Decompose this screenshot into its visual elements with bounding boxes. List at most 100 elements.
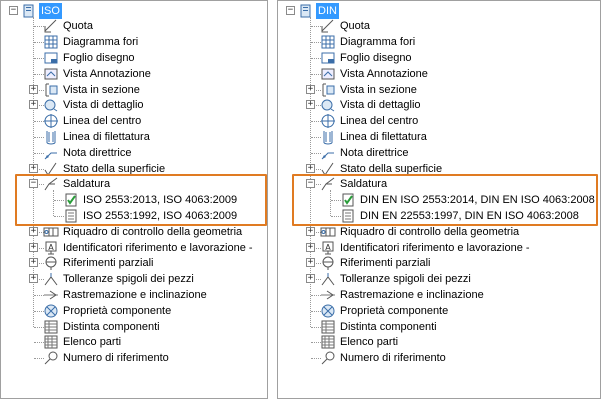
tree-item-vista-annotazione[interactable]: Vista Annotazione — [278, 66, 600, 82]
tree-item-tolleranze-spigoli[interactable]: + Tolleranze spigoli dei pezzi — [1, 271, 267, 287]
tree-item-label: Numero di riferimento — [340, 352, 446, 365]
tree-item-label: Quota — [63, 20, 93, 33]
tree-root-label[interactable]: ISO — [39, 2, 62, 19]
parts-list-icon — [320, 334, 336, 350]
tree-item-quota[interactable]: Quota — [278, 18, 600, 34]
expand-toggle[interactable]: + — [306, 242, 315, 252]
tree-item-label: Riquadro di controllo della geometria — [63, 225, 243, 238]
tree-item-label: Distinta componenti — [63, 320, 160, 333]
tree-item-elenco-parti[interactable]: Elenco parti — [1, 334, 267, 350]
tree-item-label: Diagramma fori — [340, 36, 416, 49]
tree-item-identificatori-riferimento[interactable]: + A Identificatori riferimento e lavorazio… — [278, 240, 600, 256]
tree-item-riquadro-di-controllo[interactable]: + Riquadro di controllo della geometria — [278, 224, 600, 240]
tree-item-riquadro-di-controllo[interactable]: + Riquadro di controllo della geometria — [1, 224, 267, 240]
tree-item-vista-in-sezione[interactable]: + Vista in sezione — [278, 82, 600, 98]
tree-item-linea-di-filettatura[interactable]: Linea di filettatura — [1, 129, 267, 145]
tree-item-label: Linea di filettatura — [63, 130, 150, 143]
tree-item-label: Vista Annotazione — [340, 67, 428, 80]
tree-item-foglio-disegno[interactable]: Foglio disegno — [1, 50, 267, 66]
expand-toggle[interactable]: + — [306, 84, 315, 94]
tree-item-label: Vista di dettaglio — [63, 99, 144, 112]
tree-item-elenco-parti[interactable]: Elenco parti — [278, 334, 600, 350]
expand-toggle[interactable]: + — [29, 258, 38, 268]
tree-item-linea-del-centro[interactable]: Linea del centro — [278, 113, 600, 129]
dimension-icon — [43, 18, 59, 34]
tree-pane-din[interactable]: − DIN Quota Diagramma fori Foglio disegno Vis… — [277, 0, 601, 399]
expand-toggle[interactable]: + — [29, 100, 38, 110]
datum-target-icon — [320, 255, 336, 271]
annotation-view-icon — [43, 66, 59, 82]
expand-toggle[interactable]: + — [306, 258, 315, 268]
expand-toggle[interactable]: + — [306, 274, 315, 284]
tree-item-diagramma-fori[interactable]: Diagramma fori — [278, 34, 600, 50]
svg-text:A: A — [325, 243, 331, 252]
datum-identifier-icon: A — [320, 240, 336, 256]
tree-item-label: Linea del centro — [63, 115, 142, 128]
tree-item-label: Foglio disegno — [63, 51, 135, 64]
tree-root-label[interactable]: DIN — [316, 2, 339, 19]
tree-item-vista-annotazione[interactable]: Vista Annotazione — [1, 66, 267, 82]
expand-toggle[interactable]: + — [29, 163, 38, 173]
tree-item-identificatori-riferimento[interactable]: + A Identificatori riferimento e lavorazio… — [1, 240, 267, 256]
tree-root[interactable]: − ISO — [1, 2, 267, 19]
tree-item-riferimenti-parziali[interactable]: + Riferimenti parziali — [278, 255, 600, 271]
centerline-icon — [43, 113, 59, 129]
tree-item-label: Distinta componenti — [340, 320, 437, 333]
thread-icon — [43, 129, 59, 145]
tree-item-label: Identificatori riferimento e lavorazione… — [63, 241, 253, 254]
tree-item-vista-di-dettaglio[interactable]: + Vista di dettaglio — [1, 97, 267, 113]
tree-item-label: Riquadro di controllo della geometria — [340, 225, 520, 238]
tree-item-numero-di-riferimento[interactable]: Numero di riferimento — [278, 350, 600, 366]
expand-toggle[interactable]: + — [29, 226, 38, 236]
tree-item-riferimenti-parziali[interactable]: + Riferimenti parziali — [1, 255, 267, 271]
expand-toggle[interactable]: + — [29, 274, 38, 284]
tree-item-numero-di-riferimento[interactable]: Numero di riferimento — [1, 350, 267, 366]
datum-identifier-icon: A — [43, 240, 59, 256]
tree-item-label: Proprietà componente — [340, 304, 449, 317]
tree-item-distinta-componenti[interactable]: Distinta componenti — [1, 319, 267, 335]
tree-item-rastremazione-inclinazione[interactable]: Rastremazione e inclinazione — [278, 287, 600, 303]
tree-item-label: Elenco parti — [340, 336, 399, 349]
bom-icon — [43, 319, 59, 335]
tree-item-linea-di-filettatura[interactable]: Linea di filettatura — [278, 129, 600, 145]
geometry-control-frame-icon — [43, 224, 59, 240]
expand-toggle[interactable]: + — [306, 226, 315, 236]
expand-toggle[interactable]: + — [29, 242, 38, 252]
tree-item-label: Vista in sezione — [63, 83, 140, 96]
tree-item-quota[interactable]: Quota — [1, 18, 267, 34]
collapse-toggle[interactable]: − — [286, 5, 295, 15]
leader-note-icon — [320, 145, 336, 161]
detail-view-icon — [43, 97, 59, 113]
tree-item-rastremazione-inclinazione[interactable]: Rastremazione e inclinazione — [1, 287, 267, 303]
tree-pane-iso[interactable]: − ISO Quota Diagramma fori Foglio disegno Vis… — [0, 0, 268, 399]
detail-view-icon — [320, 97, 336, 113]
tree-item-label: Foglio disegno — [340, 51, 412, 64]
tree-item-diagramma-fori[interactable]: Diagramma fori — [1, 34, 267, 50]
edge-tolerance-icon — [43, 271, 59, 287]
highlight-box — [292, 174, 598, 226]
tree-item-distinta-componenti[interactable]: Distinta componenti — [278, 319, 600, 335]
tree-item-foglio-disegno[interactable]: Foglio disegno — [278, 50, 600, 66]
tree-item-linea-del-centro[interactable]: Linea del centro — [1, 113, 267, 129]
standard-book-icon — [21, 3, 37, 19]
centerline-icon — [320, 113, 336, 129]
tree-item-proprieta-componente[interactable]: Proprietà componente — [278, 303, 600, 319]
sheet-icon — [43, 50, 59, 66]
tree-item-nota-direttrice[interactable]: Nota direttrice — [1, 145, 267, 161]
tree-item-label: Numero di riferimento — [63, 352, 169, 365]
expand-toggle[interactable]: + — [29, 84, 38, 94]
collapse-toggle[interactable]: − — [9, 5, 18, 15]
tree-item-label: Tolleranze spigoli dei pezzi — [340, 273, 471, 286]
tree-root[interactable]: − DIN — [278, 2, 600, 19]
expand-toggle[interactable]: + — [306, 163, 315, 173]
tree-item-vista-di-dettaglio[interactable]: + Vista di dettaglio — [278, 97, 600, 113]
tree-item-vista-in-sezione[interactable]: + Vista in sezione — [1, 82, 267, 98]
tree-item-nota-direttrice[interactable]: Nota direttrice — [278, 145, 600, 161]
tree-item-proprieta-componente[interactable]: Proprietà componente — [1, 303, 267, 319]
tree-item-tolleranze-spigoli[interactable]: + Tolleranze spigoli dei pezzi — [278, 271, 600, 287]
leader-note-icon — [43, 145, 59, 161]
expand-toggle[interactable]: + — [306, 100, 315, 110]
section-view-icon — [320, 82, 336, 98]
tree-item-label: Linea del centro — [340, 115, 419, 128]
bom-icon — [320, 319, 336, 335]
